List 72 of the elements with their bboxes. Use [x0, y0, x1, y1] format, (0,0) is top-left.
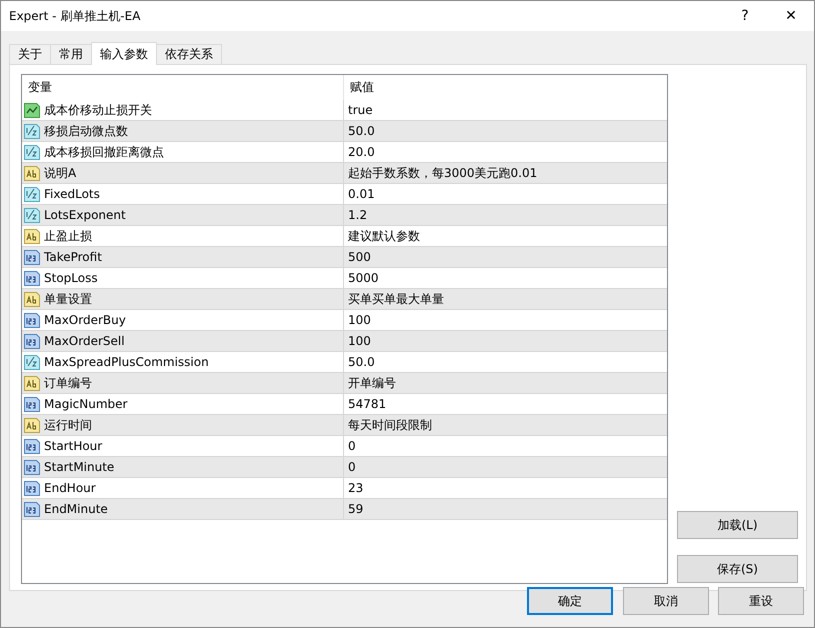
- number-icon: [24, 501, 40, 517]
- close-button[interactable]: ✕: [768, 1, 814, 31]
- fraction-icon: [24, 123, 40, 139]
- number-icon: [24, 396, 40, 412]
- dialog-button[interactable]: 取消: [623, 587, 709, 615]
- number-icon: [24, 312, 40, 328]
- parameter-value[interactable]: 0: [348, 439, 356, 453]
- parameter-name: 单量设置: [44, 290, 92, 308]
- parameter-value[interactable]: 0.01: [348, 187, 375, 201]
- text-icon: [24, 291, 40, 307]
- parameter-value[interactable]: 100: [348, 313, 371, 327]
- parameter-value[interactable]: 每天时间段限制: [348, 416, 432, 434]
- help-button[interactable]: ?: [722, 1, 768, 31]
- parameter-name: 成本价移动止损开关: [44, 102, 152, 118]
- parameter-value[interactable]: 59: [348, 502, 364, 516]
- dialog-button[interactable]: 重设: [718, 587, 804, 615]
- fraction-icon: [24, 186, 40, 202]
- parameter-value[interactable]: 建议默认参数: [348, 228, 420, 244]
- parameter-value[interactable]: 23: [348, 481, 364, 495]
- parameter-value[interactable]: 100: [348, 334, 371, 348]
- fraction-icon: [24, 354, 40, 370]
- parameter-name: MaxSpreadPlusCommission: [44, 355, 209, 369]
- parameter-value[interactable]: 买单买单最大单量: [348, 290, 444, 308]
- parameter-name: StartMinute: [44, 460, 114, 474]
- number-icon: [24, 249, 40, 265]
- number-icon: [24, 270, 40, 286]
- parameter-value[interactable]: 50.0: [348, 355, 375, 369]
- side-button[interactable]: 保存(S): [677, 555, 798, 583]
- parameter-name: MagicNumber: [44, 397, 128, 411]
- parameter-name: 运行时间: [44, 416, 92, 434]
- parameter-value[interactable]: 5000: [348, 271, 379, 285]
- parameter-name: EndMinute: [44, 502, 108, 516]
- parameter-value[interactable]: 54781: [348, 397, 386, 411]
- parameter-value[interactable]: true: [348, 103, 373, 117]
- column-header[interactable]: 赋值: [344, 75, 667, 100]
- parameter-name: MaxOrderSell: [44, 334, 125, 348]
- parameter-name: 订单编号: [44, 374, 92, 392]
- window-title: Expert - 刷单推土机-EA: [8, 8, 142, 24]
- parameter-value[interactable]: 20.0: [348, 145, 375, 159]
- parameter-name: EndHour: [44, 481, 96, 495]
- parameter-name: 成本移损回撤距离微点: [44, 144, 164, 160]
- parameter-name: StartHour: [44, 439, 102, 453]
- text-icon: [24, 417, 40, 433]
- parameter-value[interactable]: 500: [348, 250, 371, 264]
- text-icon: [24, 375, 40, 391]
- parameter-value[interactable]: 1.2: [348, 208, 368, 222]
- parameter-name: TakeProfit: [44, 250, 102, 264]
- text-icon: [24, 165, 40, 181]
- parameter-value[interactable]: 起始手数系数，每3000美元跑0.01: [348, 164, 538, 182]
- fraction-icon: [24, 144, 40, 160]
- text-icon: [24, 228, 40, 244]
- parameter-name: FixedLots: [44, 187, 100, 201]
- tab[interactable]: 输入参数: [91, 42, 157, 65]
- dialog-button[interactable]: 确定: [527, 587, 613, 615]
- chart-icon: [24, 102, 40, 118]
- number-icon: [24, 438, 40, 454]
- parameter-value[interactable]: 50.0: [348, 124, 375, 138]
- parameter-name: 止盈止损: [44, 228, 92, 244]
- parameter-name: StopLoss: [44, 271, 98, 285]
- parameter-value[interactable]: 开单编号: [348, 374, 396, 392]
- number-icon: [24, 459, 40, 475]
- parameter-name: 说明A: [44, 164, 76, 182]
- tab[interactable]: 依存关系: [156, 44, 222, 64]
- parameter-name: MaxOrderBuy: [44, 313, 126, 327]
- parameter-name: LotsExponent: [44, 208, 126, 222]
- tab[interactable]: 关于: [9, 44, 51, 64]
- number-icon: [24, 333, 40, 349]
- parameter-name: 移损启动微点数: [44, 122, 128, 140]
- number-icon: [24, 480, 40, 496]
- side-button[interactable]: 加载(L): [677, 511, 798, 539]
- parameter-value[interactable]: 0: [348, 460, 356, 474]
- fraction-icon: [24, 207, 40, 223]
